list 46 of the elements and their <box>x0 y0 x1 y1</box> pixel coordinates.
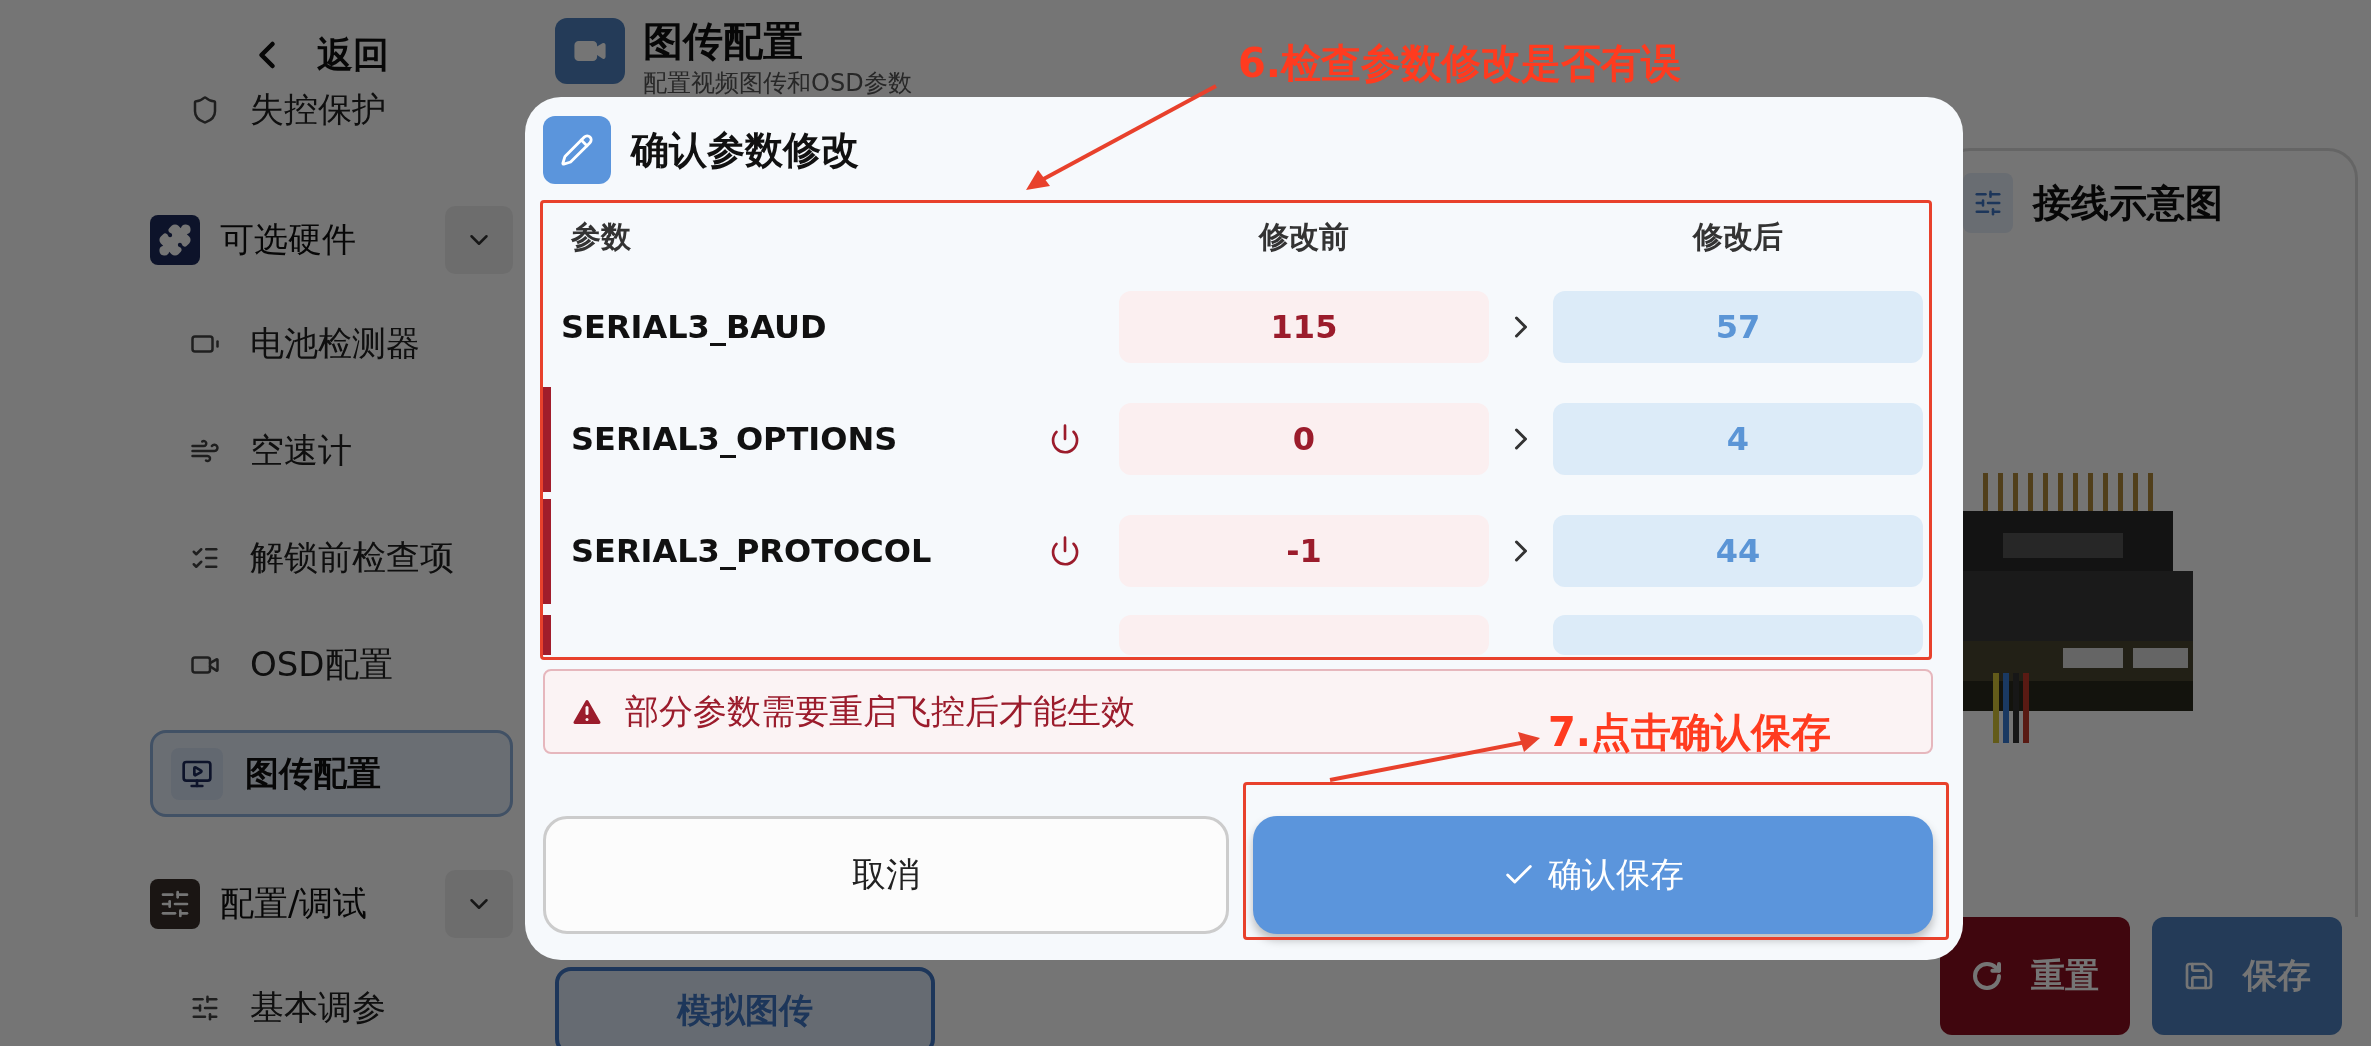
cancel-button[interactable]: 取消 <box>543 816 1229 934</box>
old-value: -1 <box>1119 515 1489 587</box>
save-icon <box>2183 960 2215 992</box>
group-title: 可选硬件 <box>220 218 356 261</box>
column-header: 参数 <box>570 217 632 256</box>
annotation-text: 7.点击确认保存 <box>1548 708 1832 757</box>
sidebar-item[interactable]: 电池检测器 <box>150 290 513 397</box>
puzzle-icon <box>150 215 200 265</box>
power-icon <box>1049 535 1081 567</box>
param-name: SERIAL3_PROTOCOL <box>570 532 933 570</box>
param-name: SERIAL3_OPTIONS <box>570 420 899 459</box>
new-value: 44 <box>1553 515 1923 587</box>
sidebar-item[interactable]: 基本调参 <box>150 954 513 1046</box>
sidebar-item[interactable]: 失控保护 <box>150 85 513 135</box>
card-title: 接线示意图 <box>2033 179 2223 227</box>
save-button[interactable]: 保存 <box>2152 917 2342 1035</box>
new-value: 57 <box>1553 291 1923 364</box>
sidebar-item[interactable]: 图传配置 <box>150 730 513 817</box>
annotation-text: 6.检查参数修改是否有误 <box>1238 39 1682 88</box>
new-value: 4 <box>1553 403 1923 476</box>
page-subtitle: 配置视频图传和OSD参数 <box>643 69 912 97</box>
sidebar-item[interactable]: 空速计 <box>150 397 513 504</box>
param-name: SERIAL3_BAUD <box>560 308 828 347</box>
group-title: 配置/调试 <box>220 882 368 925</box>
video-camera-icon <box>555 18 625 84</box>
sliders-icon <box>150 879 200 929</box>
reset-button[interactable]: 重置 <box>1940 917 2130 1035</box>
mode-button[interactable]: 模拟图传 <box>555 967 935 1046</box>
reboot-marker <box>543 615 551 655</box>
warning-text: 部分参数需要重启飞控后才能生效 <box>625 689 1135 733</box>
video-screen-icon <box>171 747 223 800</box>
dialog-title: 确认参数修改 <box>631 126 859 174</box>
power-icon <box>1049 423 1081 456</box>
column-header: 修改后 <box>1691 217 1784 256</box>
sidebar-item[interactable]: OSD配置 <box>150 611 513 718</box>
page-title: 图传配置 <box>643 17 804 66</box>
back-button[interactable]: 返回 <box>245 25 520 85</box>
sidebar-item[interactable]: 解锁前检查项 <box>150 504 513 611</box>
expand-button[interactable] <box>445 870 513 938</box>
refresh-icon <box>1971 960 2003 992</box>
expand-button[interactable] <box>445 206 513 274</box>
old-value: 115 <box>1119 291 1489 364</box>
confirm-button[interactable]: 确认保存 <box>1253 816 1933 934</box>
old-value: 0 <box>1119 403 1489 476</box>
column-header: 修改前 <box>1257 217 1350 256</box>
pencil-icon <box>543 116 611 184</box>
